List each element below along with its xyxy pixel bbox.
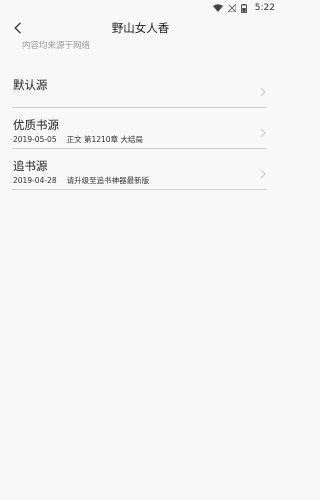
source-name: 优质书源 <box>13 118 59 132</box>
battery-icon <box>240 3 247 13</box>
chevron-right-icon <box>259 123 267 138</box>
source-item-zhuishu[interactable]: 追书源 2019-04-28 请升级至追书神器最新版 <box>12 149 267 190</box>
wifi-icon <box>212 4 223 12</box>
chevron-right-icon <box>259 82 267 97</box>
source-item-quality[interactable]: 优质书源 2019-05-05 正文 第1210章 大结局 <box>12 108 267 149</box>
source-chapter: 请升级至追书神器最新版 <box>66 176 150 185</box>
source-list: 默认源 优质书源 2019-05-05 正文 第1210章 大结局 追书源 201… <box>12 66 267 190</box>
status-time: 5:22 <box>254 3 275 13</box>
source-meta: 2019-05-05 正文 第1210章 大结局 <box>13 134 143 145</box>
source-meta: 2019-04-28 请升级至追书神器最新版 <box>13 175 149 186</box>
source-name: 默认源 <box>13 78 48 92</box>
source-date: 2019-04-28 <box>13 176 57 185</box>
source-chapter: 正文 第1210章 大结局 <box>66 135 143 144</box>
page-title: 野山女人香 <box>111 21 170 35</box>
source-name: 追书源 <box>13 159 48 173</box>
page-subtitle: 内容均来源于网络 <box>22 41 91 51</box>
no-signal-icon <box>227 4 236 12</box>
chevron-right-icon <box>259 164 267 179</box>
status-bar: 5:22 <box>0 0 281 16</box>
source-date: 2019-05-05 <box>13 135 57 144</box>
source-item-default[interactable]: 默认源 <box>12 66 267 108</box>
